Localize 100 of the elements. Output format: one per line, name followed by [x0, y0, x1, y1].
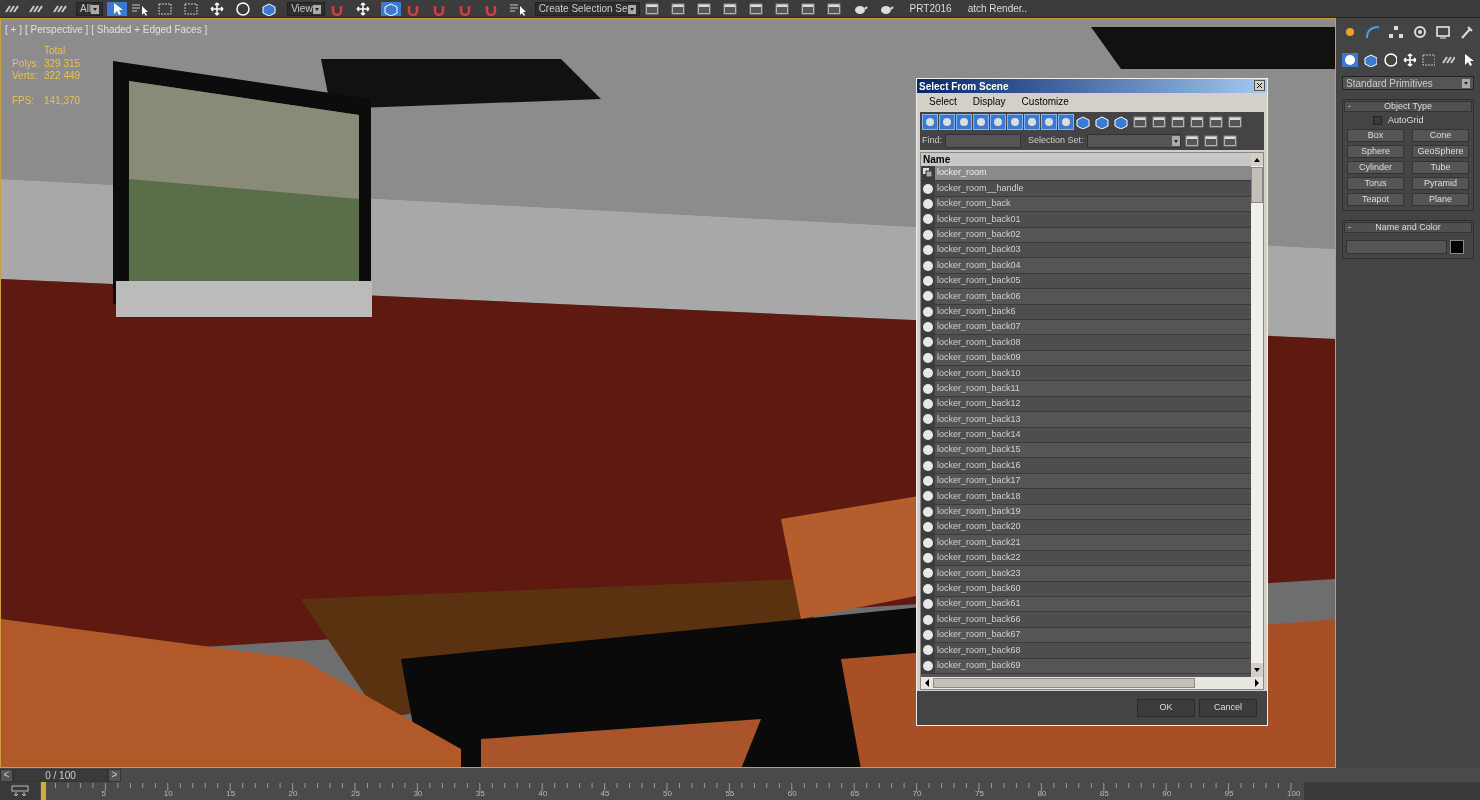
list-row[interactable]: locker_room_back66	[921, 612, 1251, 628]
window-icon[interactable]	[1208, 114, 1226, 129]
primitive-button[interactable]: Torus	[1347, 177, 1404, 190]
list-row[interactable]: locker_room_back13	[921, 412, 1251, 428]
primitive-button[interactable]: Teapot	[1347, 193, 1404, 206]
move-icon[interactable]	[1402, 53, 1416, 67]
primitive-button[interactable]: GeoSphere	[1412, 145, 1469, 158]
menu-item[interactable]: Select	[929, 94, 957, 109]
object-name: locker_room_back67	[936, 628, 1022, 642]
scroll-down-icon[interactable]	[1251, 663, 1263, 677]
filter-toggle-button[interactable]	[1058, 113, 1074, 130]
menu-item[interactable]: Customize	[1021, 94, 1069, 109]
scroll-thumb[interactable]	[933, 678, 1195, 688]
list-row[interactable]: locker_room_back04	[921, 258, 1251, 274]
selection-filter-dropdown[interactable]: All	[76, 1, 104, 16]
list-row[interactable]: locker_room_back16	[921, 458, 1251, 474]
object-name-field[interactable]	[1346, 240, 1447, 254]
object-name: locker_room_back6	[936, 304, 1017, 318]
color-swatch[interactable]	[1450, 240, 1464, 254]
selection-set-dropdown[interactable]	[1086, 133, 1181, 148]
filter-toggle-button[interactable]	[1024, 113, 1040, 130]
list-row[interactable]: locker_room_back11	[921, 381, 1251, 397]
target-icon[interactable]	[1411, 25, 1428, 39]
list-row[interactable]: locker_room_back68	[921, 643, 1251, 659]
object-name: locker_room_back23	[936, 566, 1022, 580]
sphere-icon	[922, 227, 934, 242]
rollout-header[interactable]: - Object Type	[1344, 101, 1472, 112]
filter-toggle-button[interactable]	[939, 113, 955, 130]
sphere-icon	[922, 397, 934, 412]
scroll-up-icon[interactable]	[1251, 153, 1263, 167]
tick-label: 60	[787, 789, 797, 798]
list-row[interactable]: locker_room_back02	[921, 227, 1251, 243]
window-icon[interactable]	[1189, 114, 1207, 129]
filter-toggle-button[interactable]	[990, 113, 1006, 130]
list-row[interactable]: locker_room_back08	[921, 335, 1251, 351]
window-icon[interactable]	[1202, 133, 1219, 148]
coordinate-system-dropdown[interactable]: View	[287, 1, 325, 16]
list-row[interactable]: locker_room_back23	[921, 566, 1251, 582]
sphere-icon	[922, 196, 934, 211]
list-row[interactable]: locker_room__handle	[921, 181, 1251, 197]
sphere-icon	[922, 612, 934, 627]
list-row[interactable]: locker_room_back06	[921, 289, 1251, 305]
tick-label: 90	[1162, 789, 1172, 798]
window-icon[interactable]	[1227, 114, 1245, 129]
scroll-thumb[interactable]	[1251, 167, 1263, 203]
tick-label: 15	[226, 789, 236, 798]
monitor-icon[interactable]	[1434, 25, 1451, 39]
window-icon[interactable]	[1183, 133, 1200, 148]
curve-icon[interactable]	[1365, 25, 1382, 39]
hierarchy-icon[interactable]	[1388, 25, 1405, 39]
list-row[interactable]: locker_room_back18	[921, 489, 1251, 505]
window-icon[interactable]	[1132, 114, 1150, 129]
window-icon[interactable]	[1221, 133, 1238, 148]
next-frame-button[interactable]: >	[108, 768, 121, 782]
checkbox[interactable]	[1373, 116, 1382, 125]
find-field[interactable]	[945, 133, 1021, 148]
filter-toggle-button[interactable]	[956, 113, 972, 130]
rollout-title: Object Type	[1383, 99, 1433, 113]
menu-item[interactable]: Display	[972, 94, 1006, 109]
previous-frame-button[interactable]: <	[0, 768, 13, 782]
close-icon[interactable]	[1254, 79, 1265, 93]
filter-toggle-button[interactable]	[973, 113, 989, 130]
frame-ruler[interactable]: 5 10 15 20 25 30 35 40 45 50 55 60 65 70 75 80 85 90 95 100	[40, 782, 1304, 800]
primitive-button[interactable]: Box	[1347, 129, 1404, 142]
rollout-header[interactable]: - Name and Color	[1344, 222, 1472, 233]
list-row[interactable]: locker_room_back69	[921, 658, 1251, 674]
list-row[interactable]: locker_room_back21	[921, 535, 1251, 551]
list-row[interactable]: locker_room_back19	[921, 504, 1251, 520]
list-row[interactable]: locker_room	[921, 166, 1251, 182]
object-name: locker_room_back	[936, 197, 1012, 211]
dialog-button[interactable]: Cancel	[1199, 699, 1257, 717]
object-name: locker_room_back66	[936, 612, 1022, 626]
tick-label: 100	[1287, 789, 1301, 798]
toolbar-button[interactable]: PRT2016	[903, 0, 958, 17]
time-marker[interactable]	[41, 782, 46, 800]
primitive-button[interactable]: Pyramid	[1412, 177, 1469, 190]
horizontal-scrollbar[interactable]	[921, 677, 1263, 689]
named-selection-dropdown[interactable]: Create Selection Se	[534, 1, 640, 16]
primitive-button[interactable]: Sphere	[1347, 145, 1404, 158]
filter-toggle-button[interactable]	[1007, 113, 1023, 130]
vertical-scrollbar[interactable]	[1251, 166, 1263, 677]
window-icon[interactable]	[1151, 114, 1169, 129]
dialog-title: Select From Scene	[919, 79, 1009, 94]
sphere-icon	[922, 627, 934, 642]
curve-editor-icon[interactable]	[11, 785, 29, 797]
window-icon[interactable]	[1170, 114, 1188, 129]
category-dropdown[interactable]: Standard Primitives	[1342, 76, 1474, 90]
primitive-button[interactable]: Cylinder	[1347, 161, 1404, 174]
primitive-button[interactable]: Plane	[1412, 193, 1469, 206]
column-header[interactable]: Name	[921, 153, 1251, 166]
filter-toggle-button[interactable]	[922, 113, 938, 130]
dialog-button[interactable]: OK	[1137, 699, 1195, 717]
list-row[interactable]: locker_room_back10	[921, 366, 1251, 382]
toolbar-button[interactable]: atch Render..	[961, 0, 1034, 17]
filter-toggle-button[interactable]	[1041, 113, 1057, 130]
primitive-button[interactable]: Cone	[1412, 129, 1469, 142]
slider-thumb[interactable]: 0 / 100	[13, 768, 108, 782]
primitive-button[interactable]: Tube	[1412, 161, 1469, 174]
sphere-icon[interactable]	[1343, 53, 1357, 67]
list-row[interactable]: locker_room_back01	[921, 212, 1251, 228]
